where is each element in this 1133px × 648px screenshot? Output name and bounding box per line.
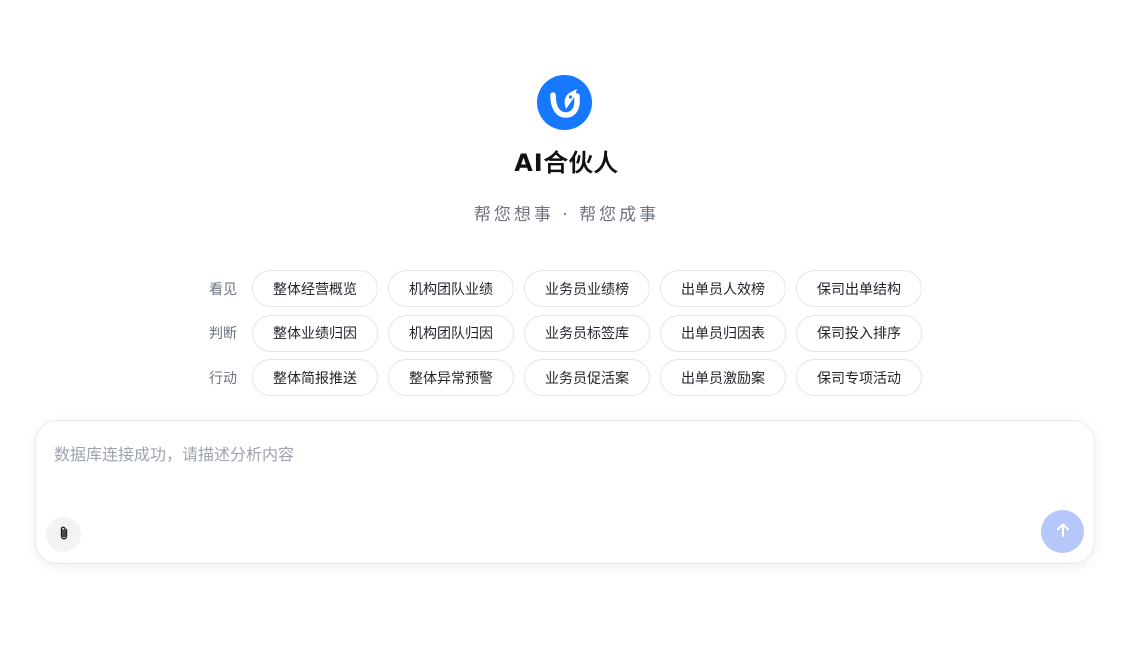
suggestion-grid: 看见 整体经营概览 机构团队业绩 业务员业绩榜 出单员人效榜 保司出单结构 判断… (200, 270, 940, 404)
page: AI合伙人 帮您想事 · 帮您成事 看见 整体经营概览 机构团队业绩 业务员业绩… (0, 0, 1133, 648)
suggestion-chip[interactable]: 保司专项活动 (796, 359, 922, 396)
row-label: 看见 (209, 281, 237, 298)
paperclip-icon (56, 525, 72, 545)
row-label: 行动 (209, 370, 237, 387)
suggestion-chip[interactable]: 保司投入排序 (796, 314, 922, 352)
suggestion-chip[interactable]: 整体经营概览 (252, 270, 378, 307)
suggestion-row-see: 看见 整体经营概览 机构团队业绩 业务员业绩榜 出单员人效榜 保司出单结构 (200, 270, 940, 307)
suggestion-chip[interactable]: 业务员业绩榜 (524, 270, 650, 307)
brand-logo-icon (537, 75, 592, 130)
suggestion-chip[interactable]: 整体业绩归因 (252, 314, 378, 352)
suggestion-chip[interactable]: 出单员归因表 (660, 314, 786, 352)
suggestion-chip[interactable]: 整体简报推送 (252, 359, 378, 396)
suggestion-row-act: 行动 整体简报推送 整体异常预警 业务员促活案 出单员激励案 保司专项活动 (200, 359, 940, 396)
suggestion-chip[interactable]: 业务员标签库 (524, 314, 650, 352)
attach-button[interactable] (46, 517, 81, 552)
suggestion-chip[interactable]: 机构团队归因 (388, 314, 514, 352)
suggestion-chip[interactable]: 出单员激励案 (660, 359, 786, 396)
prompt-input[interactable] (54, 441, 1054, 501)
prompt-composer (35, 420, 1095, 564)
suggestion-chip[interactable]: 出单员人效榜 (660, 270, 786, 307)
send-button[interactable] (1041, 510, 1084, 553)
suggestion-chip[interactable]: 业务员促活案 (524, 359, 650, 396)
app-subtitle: 帮您想事 · 帮您成事 (473, 205, 660, 225)
suggestion-chip[interactable]: 保司出单结构 (796, 270, 922, 307)
suggestion-chip[interactable]: 整体异常预警 (388, 359, 514, 396)
suggestion-row-judge: 判断 整体业绩归因 机构团队归因 业务员标签库 出单员归因表 保司投入排序 (200, 314, 940, 352)
app-title: AI合伙人 (514, 149, 619, 177)
suggestion-chip[interactable]: 机构团队业绩 (388, 270, 514, 307)
row-label: 判断 (209, 326, 237, 342)
arrow-up-icon (1053, 520, 1073, 544)
